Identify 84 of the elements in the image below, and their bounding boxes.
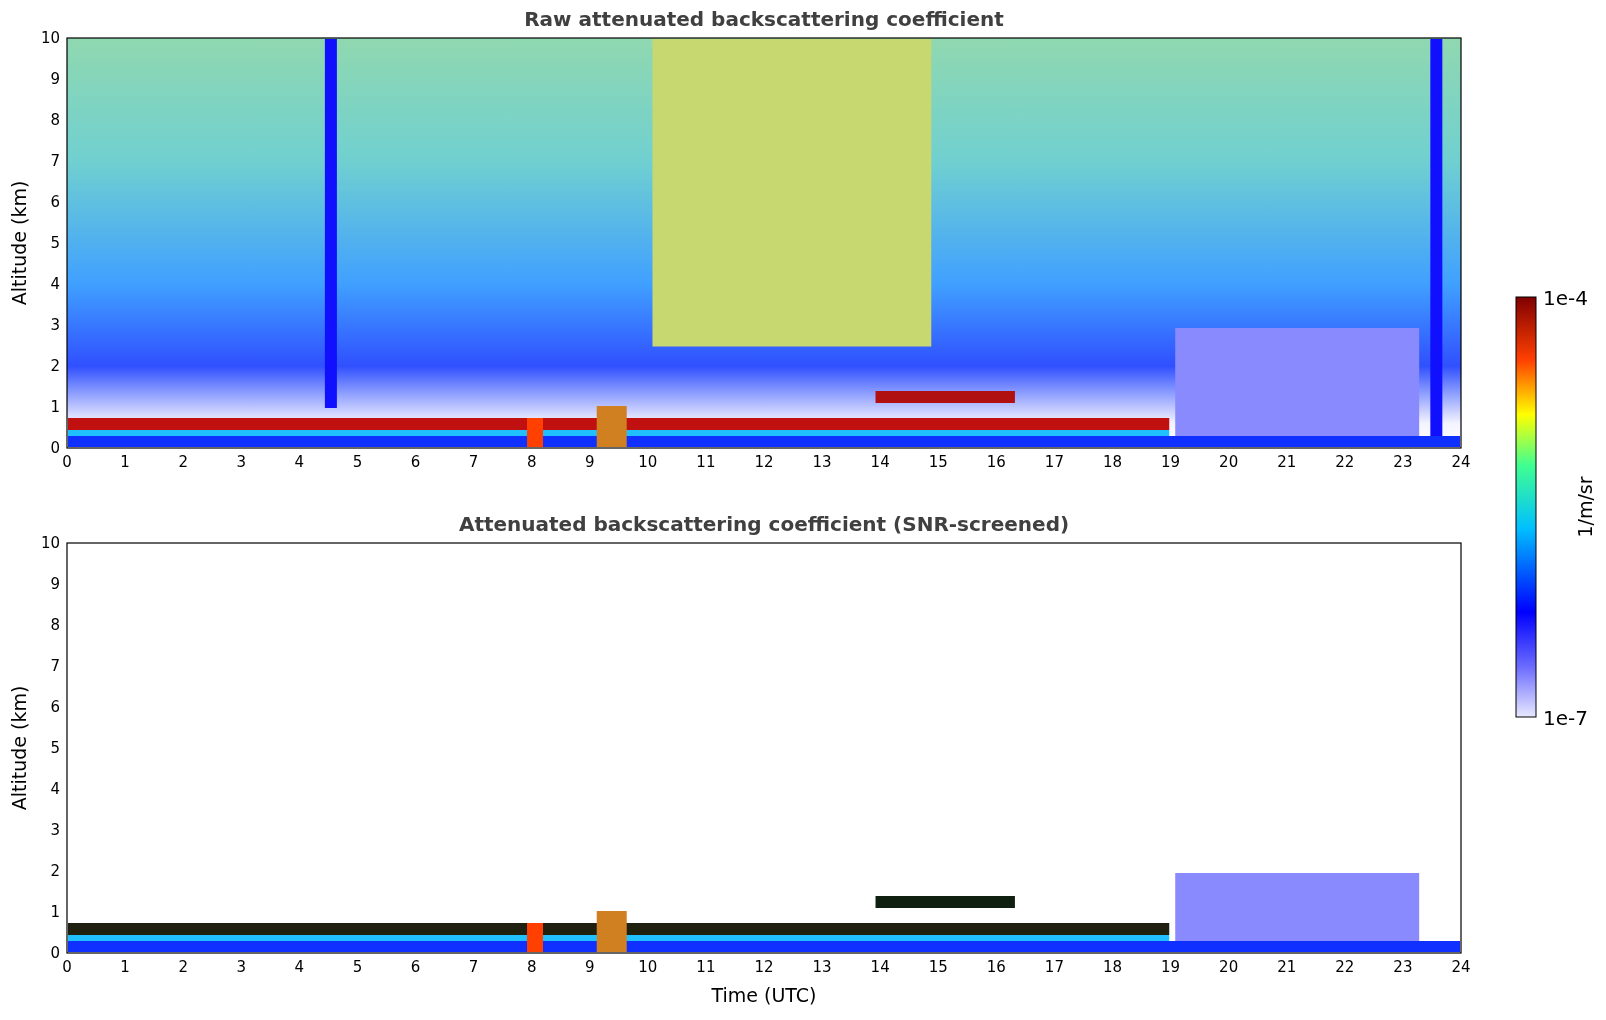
y-tick-label: 10 — [40, 29, 60, 47]
x-tick-label: 19 — [1161, 958, 1181, 976]
x-tick-label: 17 — [1044, 453, 1064, 471]
x-tick-label: 4 — [294, 453, 305, 471]
x-tick-label: 10 — [638, 958, 658, 976]
y-tick-label: 1 — [50, 903, 60, 921]
x-axis-label: Time (UTC) — [711, 984, 817, 1006]
y-tick-label: 4 — [50, 275, 60, 293]
x-tick-label: 1 — [120, 958, 130, 976]
x-tick-label: 8 — [526, 453, 537, 471]
colorbar-max-label: 1e-4 — [1543, 286, 1588, 310]
y-tick-label: 7 — [50, 152, 60, 170]
y-tick-label: 5 — [50, 739, 60, 757]
y-tick-label: 8 — [50, 111, 60, 129]
x-tick-label: 22 — [1335, 958, 1355, 976]
x-tick-label: 6 — [410, 958, 421, 976]
x-tick-label: 16 — [986, 453, 1006, 471]
chart-title: Raw attenuated backscattering coefficient — [524, 7, 1004, 31]
y-tick-label: 8 — [50, 616, 60, 634]
y-tick-label: 9 — [50, 70, 60, 88]
x-tick-label: 6 — [410, 453, 421, 471]
y-tick-label: 9 — [50, 575, 60, 593]
y-tick-label: 5 — [50, 234, 60, 252]
colorbar-unit-label: 1/m/sr — [1574, 476, 1596, 538]
y-tick-label: 3 — [50, 316, 60, 334]
x-tick-label: 22 — [1335, 453, 1355, 471]
x-tick-label: 24 — [1451, 453, 1471, 471]
colorbar-min-label: 1e-7 — [1543, 706, 1588, 730]
x-tick-label: 0 — [62, 958, 72, 976]
y-tick-label: 7 — [50, 657, 60, 675]
x-tick-label: 14 — [870, 958, 890, 976]
x-tick-label: 15 — [928, 453, 948, 471]
x-tick-label: 23 — [1393, 958, 1413, 976]
x-tick-label: 15 — [928, 958, 948, 976]
y-tick-label: 1 — [50, 398, 60, 416]
x-tick-label: 4 — [294, 958, 305, 976]
x-tick-label: 9 — [585, 453, 595, 471]
x-tick-label: 9 — [585, 958, 595, 976]
y-tick-label: 2 — [50, 357, 60, 375]
x-tick-label: 8 — [526, 958, 537, 976]
x-tick-label: 13 — [812, 453, 832, 471]
x-tick-label: 3 — [236, 958, 246, 976]
y-tick-label: 0 — [50, 944, 60, 962]
x-tick-label: 21 — [1277, 958, 1297, 976]
x-tick-label: 18 — [1102, 958, 1123, 976]
x-tick-label: 2 — [178, 453, 188, 471]
x-tick-label: 5 — [352, 453, 363, 471]
y-axis-label: Altitude (km) — [8, 685, 30, 811]
x-tick-label: 11 — [696, 453, 716, 471]
x-tick-label: 17 — [1044, 958, 1064, 976]
x-tick-label: 12 — [754, 453, 774, 471]
y-axis-label: Altitude (km) — [8, 180, 30, 306]
plume — [527, 418, 543, 447]
x-tick-label: 23 — [1393, 453, 1413, 471]
y-tick-label: 3 — [50, 821, 60, 839]
x-tick-label: 13 — [812, 958, 832, 976]
x-tick-label: 24 — [1451, 958, 1471, 976]
chart-title: Attenuated backscattering coefficient (SNR-screened) — [458, 512, 1070, 536]
x-tick-label: 12 — [754, 958, 774, 976]
y-tick-label: 4 — [50, 780, 60, 798]
x-tick-label: 3 — [236, 453, 246, 471]
x-tick-label: 20 — [1219, 958, 1239, 976]
x-tick-label: 21 — [1277, 453, 1297, 471]
y-tick-label: 2 — [50, 862, 60, 880]
y-tick-label: 0 — [50, 439, 60, 457]
x-tick-label: 7 — [468, 958, 479, 976]
x-tick-label: 16 — [986, 958, 1006, 976]
x-tick-label: 18 — [1102, 453, 1123, 471]
x-tick-label: 2 — [178, 958, 188, 976]
x-tick-label: 10 — [638, 453, 658, 471]
y-tick-label: 10 — [40, 534, 60, 552]
y-tick-label: 6 — [50, 698, 60, 716]
x-tick-label: 0 — [62, 453, 72, 471]
x-tick-label: 1 — [120, 453, 130, 471]
x-tick-label: 19 — [1161, 453, 1181, 471]
x-tick-label: 5 — [352, 958, 363, 976]
x-tick-label: 14 — [870, 453, 890, 471]
plume — [527, 923, 543, 952]
x-tick-label: 7 — [468, 453, 479, 471]
plume — [596, 911, 627, 952]
plume — [596, 406, 627, 447]
x-tick-label: 20 — [1219, 453, 1239, 471]
y-tick-label: 6 — [50, 193, 60, 211]
x-tick-label: 11 — [696, 958, 716, 976]
